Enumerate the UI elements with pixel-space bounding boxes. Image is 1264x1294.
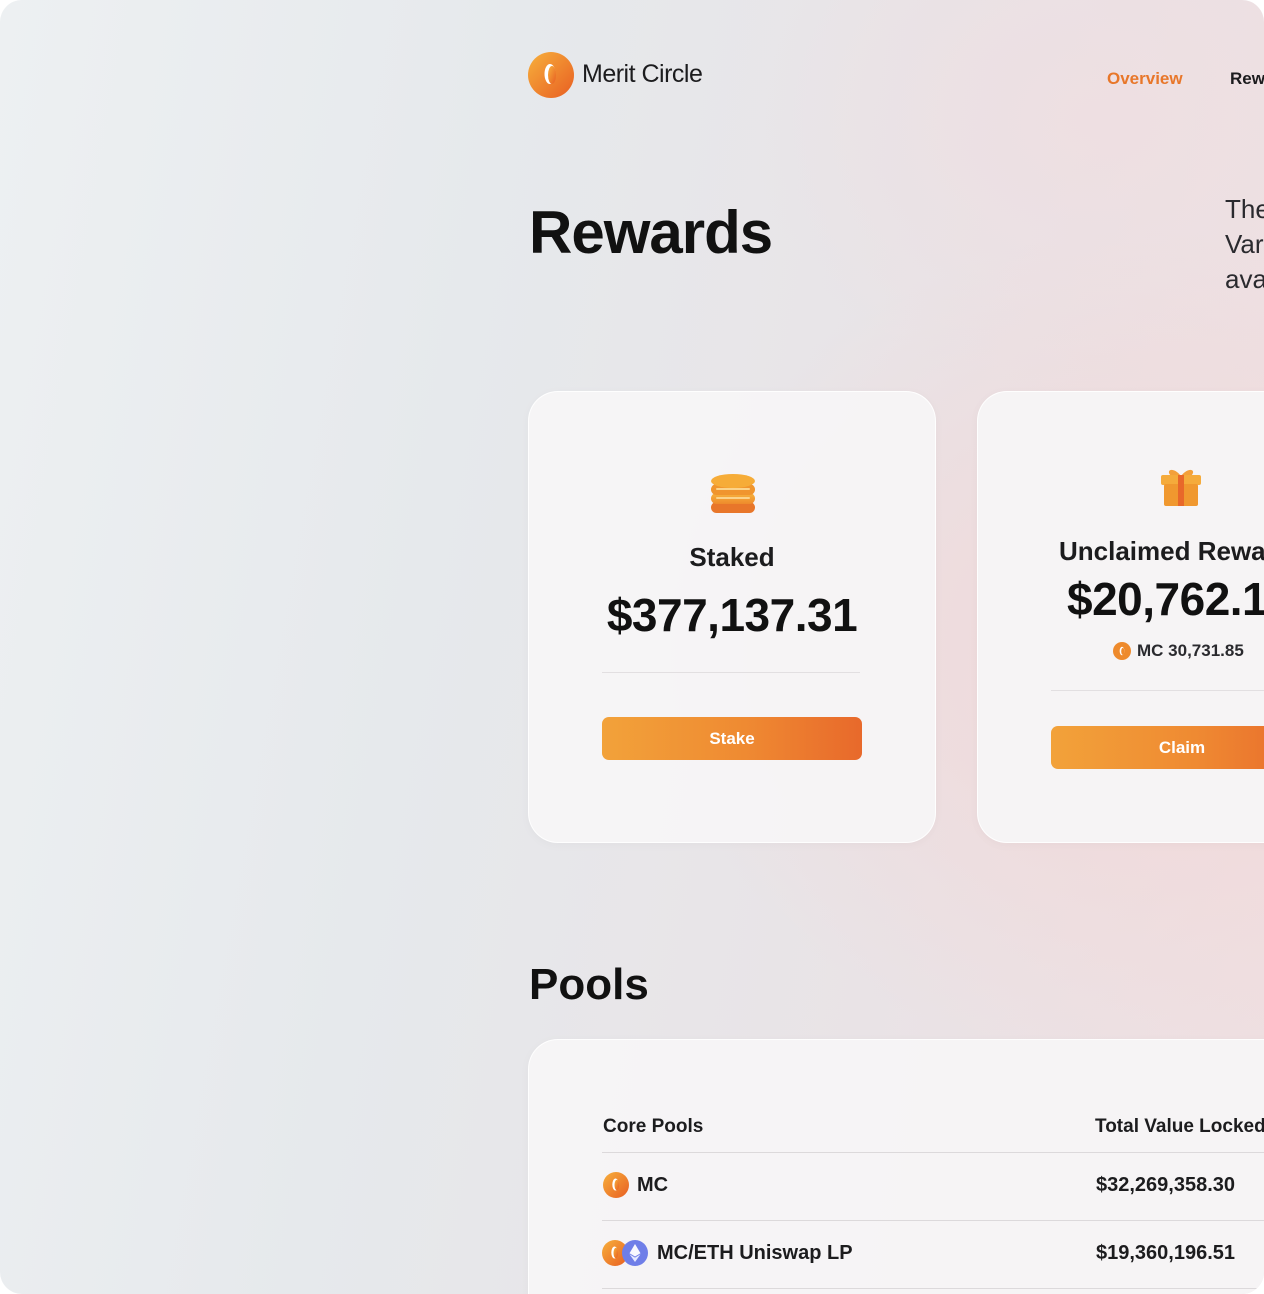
row-divider <box>602 1220 1264 1221</box>
staked-label: Staked <box>689 542 775 572</box>
nav-item-rewards[interactable]: Rew <box>1230 69 1264 89</box>
pools-table-card: Core Pools Total Value Locked MC $32,269… <box>528 1039 1264 1294</box>
unclaimed-mc-amount: MC 30,731.85 <box>1113 641 1244 661</box>
row-divider <box>602 1152 1264 1153</box>
pool-row-mc[interactable]: MC $32,269,358.30 <box>602 1155 1264 1215</box>
staked-card: Staked $377,137.31 Stake <box>528 391 936 843</box>
gift-icon <box>1161 469 1201 506</box>
page-title: Rewards <box>529 199 773 266</box>
unclaimed-value: $20,762.1 <box>1067 573 1264 625</box>
mc-amount-text: MC 30,731.85 <box>1137 641 1244 660</box>
mc-token-icon <box>1113 642 1131 660</box>
pool-tvl: $32,269,358.30 <box>1096 1174 1236 1196</box>
pool-name: MC <box>637 1174 669 1196</box>
brand-name[interactable]: Merit Circle <box>582 60 703 89</box>
staked-value: $377,137.31 <box>606 589 858 641</box>
intro-line: ava <box>1225 264 1264 294</box>
coin-stack-icon <box>711 474 755 513</box>
unclaimed-label: Unclaimed Rewa <box>1059 536 1264 566</box>
pool-row-mc-eth-lp[interactable]: MC/ETH Uniswap LP $19,360,196.51 <box>602 1223 1264 1283</box>
nav-item-overview[interactable]: Overview <box>1107 69 1183 89</box>
column-header-tvl: Total Value Locked <box>1095 1116 1264 1137</box>
intro-line: The <box>1225 194 1264 224</box>
intro-line: Var <box>1225 229 1264 259</box>
unclaimed-rewards-card: Unclaimed Rewa $20,762.1 MC 30,731.85 Cl… <box>977 391 1264 843</box>
mc-token-icon <box>603 1172 629 1198</box>
row-divider <box>602 1288 1264 1289</box>
app-window: Merit Circle Overview Rew Rewards The Va… <box>0 0 1264 1294</box>
pools-section-title: Pools <box>529 960 649 1009</box>
claim-button[interactable]: Claim <box>1051 726 1264 769</box>
page-intro-text: The Var ava <box>1225 192 1264 297</box>
stake-button[interactable]: Stake <box>602 717 862 760</box>
pool-tvl: $19,360,196.51 <box>1096 1242 1236 1264</box>
divider <box>602 672 860 673</box>
mc-eth-token-pair-icon <box>602 1240 648 1266</box>
pool-name: MC/ETH Uniswap LP <box>657 1242 853 1264</box>
column-header-core-pools: Core Pools <box>603 1116 704 1137</box>
merit-circle-logo-icon[interactable] <box>528 52 574 98</box>
divider <box>1051 690 1264 691</box>
